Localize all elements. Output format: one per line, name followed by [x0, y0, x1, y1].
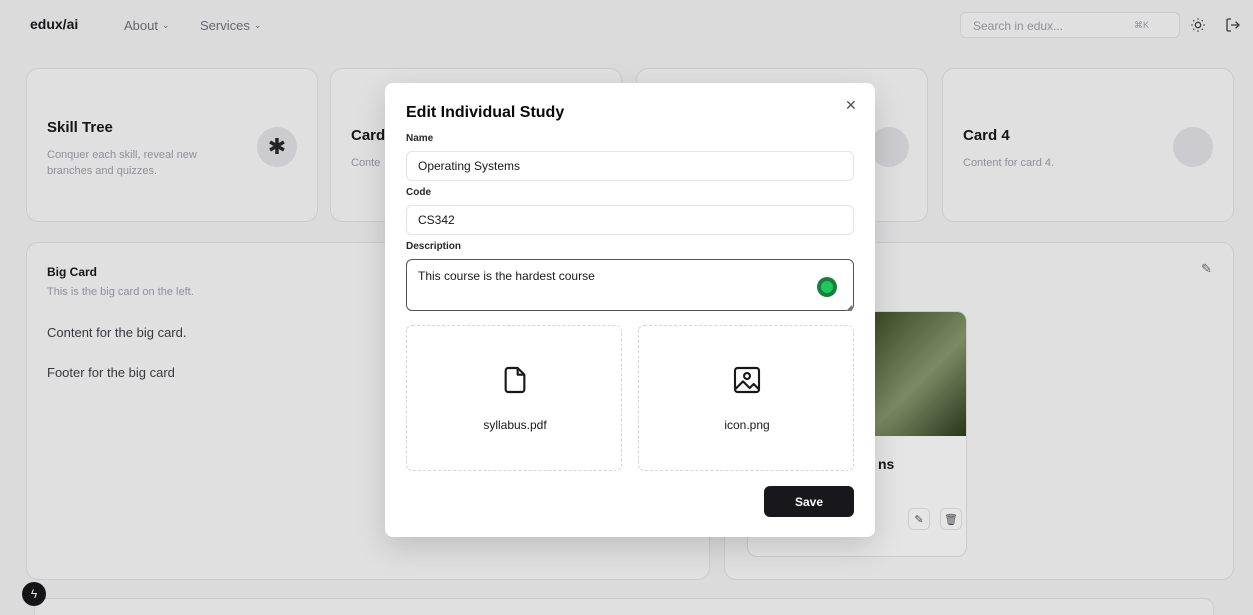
save-button[interactable]: Save — [764, 486, 854, 517]
resize-handle-icon[interactable]: ◢ — [846, 303, 852, 312]
syllabus-filename: syllabus.pdf — [483, 418, 547, 432]
code-label: Code — [406, 187, 431, 198]
description-field[interactable]: This course is the hardest course — [406, 259, 854, 311]
dialog-title: Edit Individual Study — [406, 104, 565, 121]
icon-upload[interactable]: icon.png — [638, 325, 854, 471]
name-label: Name — [406, 133, 434, 144]
image-icon — [733, 366, 761, 394]
edit-study-dialog: Edit Individual Study ✕ Name Code Descri… — [385, 83, 875, 537]
grammarly-icon[interactable] — [817, 277, 837, 297]
name-field[interactable] — [406, 151, 854, 181]
icon-filename: icon.png — [724, 418, 770, 432]
syllabus-upload[interactable]: syllabus.pdf — [406, 325, 622, 471]
code-field[interactable] — [406, 205, 854, 235]
close-icon[interactable]: ✕ — [845, 97, 857, 114]
file-icon — [504, 366, 526, 394]
description-label: Description — [406, 241, 462, 252]
